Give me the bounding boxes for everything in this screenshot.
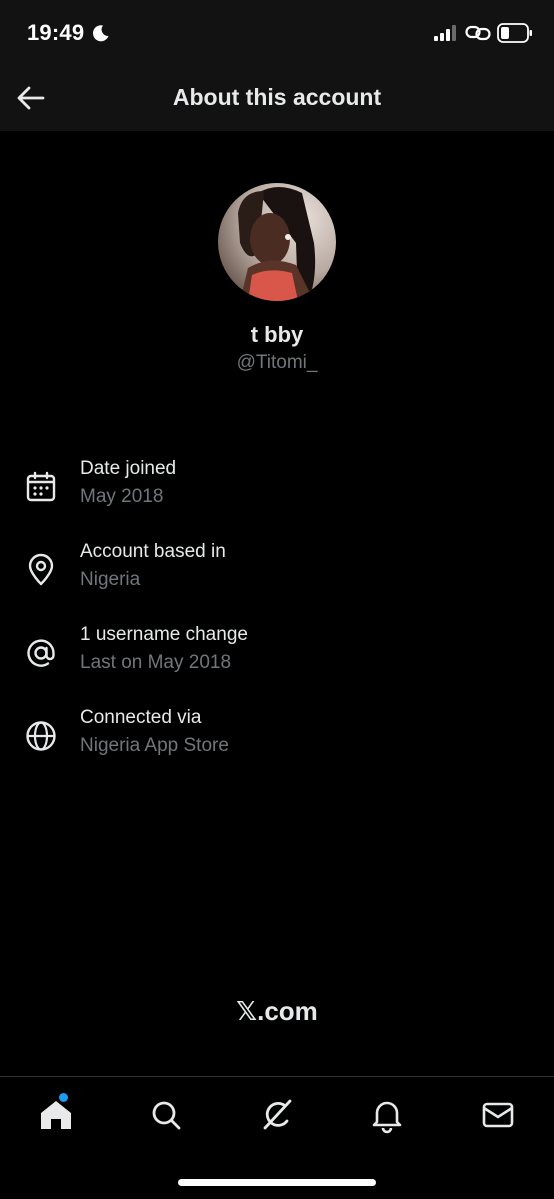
moon-icon bbox=[92, 25, 109, 42]
globe-icon bbox=[26, 721, 56, 751]
nav-notifications[interactable] bbox=[367, 1095, 407, 1135]
page-title: About this account bbox=[172, 84, 382, 110]
about-account-screen: 19:49 About this account t bby @Titomi_ … bbox=[0, 0, 554, 1199]
info-title: 1 username change bbox=[80, 624, 248, 645]
info-subtitle: Nigeria bbox=[80, 569, 141, 590]
at-sign-icon bbox=[27, 639, 55, 667]
username-handle: @Titomi_ bbox=[236, 352, 318, 373]
info-item-account-based-in: Account based in Nigeria bbox=[0, 541, 554, 601]
info-item-connected-via: Connected via Nigeria App Store bbox=[0, 707, 554, 767]
link-icon bbox=[465, 25, 491, 41]
nav-grok[interactable] bbox=[257, 1095, 297, 1135]
info-subtitle: May 2018 bbox=[80, 486, 164, 507]
signal-icon bbox=[434, 25, 456, 41]
info-item-username-change: 1 username change Last on May 2018 bbox=[0, 624, 554, 684]
x-com-brand[interactable]: 𝕏.com bbox=[0, 996, 554, 1027]
calendar-icon bbox=[26, 471, 56, 502]
nav-home[interactable] bbox=[36, 1093, 76, 1135]
location-pin-icon bbox=[28, 553, 54, 586]
header: About this account bbox=[0, 66, 554, 131]
nav-search[interactable] bbox=[146, 1095, 186, 1135]
home-indicator[interactable] bbox=[178, 1179, 376, 1186]
info-title: Account based in bbox=[80, 541, 226, 562]
search-icon bbox=[152, 1101, 181, 1130]
unread-badge-dot bbox=[59, 1093, 68, 1102]
battery-icon bbox=[497, 23, 532, 43]
info-title: Date joined bbox=[80, 458, 177, 479]
display-name: t bby bbox=[250, 322, 304, 347]
info-subtitle: Last on May 2018 bbox=[80, 652, 232, 673]
avatar[interactable] bbox=[218, 183, 336, 301]
status-time: 19:49 bbox=[27, 20, 85, 45]
home-icon bbox=[41, 1101, 71, 1129]
status-bar: 19:49 bbox=[0, 0, 554, 66]
info-title: Connected via bbox=[80, 707, 202, 728]
info-item-date-joined: Date joined May 2018 bbox=[0, 458, 554, 518]
notifications-icon bbox=[372, 1101, 402, 1134]
grok-icon bbox=[263, 1099, 292, 1130]
nav-messages[interactable] bbox=[478, 1095, 518, 1135]
info-subtitle: Nigeria App Store bbox=[80, 735, 229, 756]
messages-icon bbox=[482, 1102, 514, 1128]
